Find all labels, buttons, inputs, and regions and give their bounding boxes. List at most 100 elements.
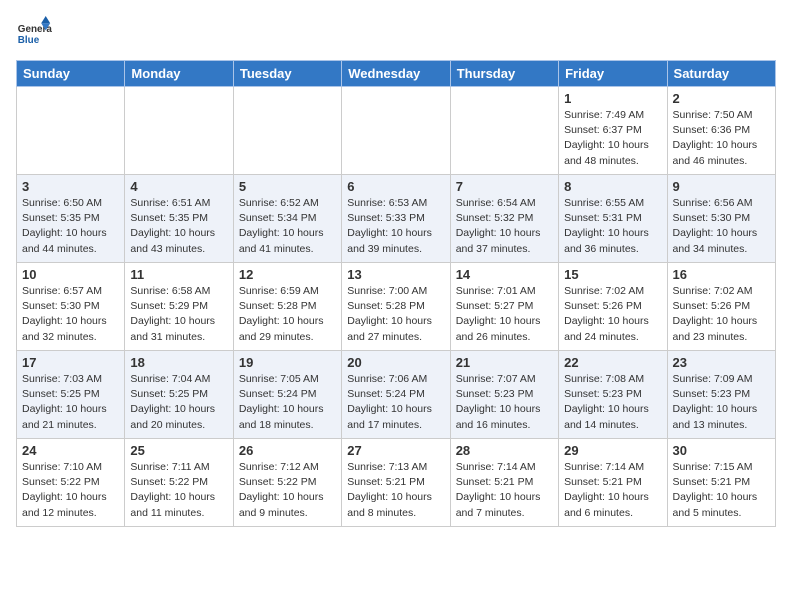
cell-content: Sunrise: 7:09 AM Sunset: 5:23 PM Dayligh… xyxy=(673,372,770,433)
day-number: 4 xyxy=(130,179,227,194)
calendar-week-row: 3 Sunrise: 6:50 AM Sunset: 5:35 PM Daylig… xyxy=(17,175,776,263)
day-header-tuesday: Tuesday xyxy=(233,61,341,87)
cell-content: Sunrise: 6:51 AM Sunset: 5:35 PM Dayligh… xyxy=(130,196,227,257)
svg-text:Blue: Blue xyxy=(18,35,40,46)
calendar-cell: 25 Sunrise: 7:11 AM Sunset: 5:22 PM Dayli… xyxy=(125,439,233,527)
day-number: 24 xyxy=(22,443,119,458)
cell-content: Sunrise: 6:59 AM Sunset: 5:28 PM Dayligh… xyxy=(239,284,336,345)
cell-content: Sunrise: 7:08 AM Sunset: 5:23 PM Dayligh… xyxy=(564,372,661,433)
day-header-saturday: Saturday xyxy=(667,61,775,87)
calendar-week-row: 10 Sunrise: 6:57 AM Sunset: 5:30 PM Dayli… xyxy=(17,263,776,351)
calendar-cell xyxy=(233,87,341,175)
day-number: 25 xyxy=(130,443,227,458)
day-number: 29 xyxy=(564,443,661,458)
calendar-cell: 30Sunrise: 7:15 AM Sunset: 5:21 PM Dayli… xyxy=(667,439,775,527)
day-number: 1 xyxy=(564,91,661,106)
cell-content: Sunrise: 7:10 AM Sunset: 5:22 PM Dayligh… xyxy=(22,460,119,521)
day-number: 2 xyxy=(673,91,770,106)
calendar-cell: 6 Sunrise: 6:53 AM Sunset: 5:33 PM Daylig… xyxy=(342,175,450,263)
calendar-cell: 16Sunrise: 7:02 AM Sunset: 5:26 PM Dayli… xyxy=(667,263,775,351)
day-number: 10 xyxy=(22,267,119,282)
cell-content: Sunrise: 7:12 AM Sunset: 5:22 PM Dayligh… xyxy=(239,460,336,521)
calendar-week-row: 17Sunrise: 7:03 AM Sunset: 5:25 PM Dayli… xyxy=(17,351,776,439)
cell-content: Sunrise: 6:57 AM Sunset: 5:30 PM Dayligh… xyxy=(22,284,119,345)
cell-content: Sunrise: 7:06 AM Sunset: 5:24 PM Dayligh… xyxy=(347,372,444,433)
cell-content: Sunrise: 6:55 AM Sunset: 5:31 PM Dayligh… xyxy=(564,196,661,257)
calendar-cell: 9Sunrise: 6:56 AM Sunset: 5:30 PM Daylig… xyxy=(667,175,775,263)
page-header: General Blue xyxy=(16,16,776,52)
cell-content: Sunrise: 6:58 AM Sunset: 5:29 PM Dayligh… xyxy=(130,284,227,345)
cell-content: Sunrise: 7:11 AM Sunset: 5:22 PM Dayligh… xyxy=(130,460,227,521)
day-number: 21 xyxy=(456,355,553,370)
calendar-cell xyxy=(450,87,558,175)
calendar-cell: 19 Sunrise: 7:05 AM Sunset: 5:24 PM Dayli… xyxy=(233,351,341,439)
cell-content: Sunrise: 7:14 AM Sunset: 5:21 PM Dayligh… xyxy=(564,460,661,521)
calendar-cell: 21 Sunrise: 7:07 AM Sunset: 5:23 PM Dayli… xyxy=(450,351,558,439)
calendar-cell: 24 Sunrise: 7:10 AM Sunset: 5:22 PM Dayli… xyxy=(17,439,125,527)
day-header-monday: Monday xyxy=(125,61,233,87)
calendar-cell: 1 Sunrise: 7:49 AM Sunset: 6:37 PM Daylig… xyxy=(559,87,667,175)
cell-content: Sunrise: 7:50 AM Sunset: 6:36 PM Dayligh… xyxy=(673,108,770,169)
day-number: 28 xyxy=(456,443,553,458)
calendar-cell: 2 Sunrise: 7:50 AM Sunset: 6:36 PM Daylig… xyxy=(667,87,775,175)
calendar-table: SundayMondayTuesdayWednesdayThursdayFrid… xyxy=(16,60,776,527)
calendar-cell: 18 Sunrise: 7:04 AM Sunset: 5:25 PM Dayli… xyxy=(125,351,233,439)
calendar-cell: 4 Sunrise: 6:51 AM Sunset: 5:35 PM Daylig… xyxy=(125,175,233,263)
cell-content: Sunrise: 6:52 AM Sunset: 5:34 PM Dayligh… xyxy=(239,196,336,257)
calendar-cell: 23 Sunrise: 7:09 AM Sunset: 5:23 PM Dayli… xyxy=(667,351,775,439)
day-header-sunday: Sunday xyxy=(17,61,125,87)
calendar-cell: 11 Sunrise: 6:58 AM Sunset: 5:29 PM Dayli… xyxy=(125,263,233,351)
day-number: 3 xyxy=(22,179,119,194)
cell-content: Sunrise: 7:49 AM Sunset: 6:37 PM Dayligh… xyxy=(564,108,661,169)
day-number: 13 xyxy=(347,267,444,282)
cell-content: Sunrise: 6:53 AM Sunset: 5:33 PM Dayligh… xyxy=(347,196,444,257)
cell-content: Sunrise: 6:54 AM Sunset: 5:32 PM Dayligh… xyxy=(456,196,553,257)
day-number: 20 xyxy=(347,355,444,370)
cell-content: Sunrise: 7:05 AM Sunset: 5:24 PM Dayligh… xyxy=(239,372,336,433)
cell-content: Sunrise: 7:07 AM Sunset: 5:23 PM Dayligh… xyxy=(456,372,553,433)
day-number: 23 xyxy=(673,355,770,370)
calendar-cell: 22 Sunrise: 7:08 AM Sunset: 5:23 PM Dayli… xyxy=(559,351,667,439)
calendar-cell: 10 Sunrise: 6:57 AM Sunset: 5:30 PM Dayli… xyxy=(17,263,125,351)
day-number: 22 xyxy=(564,355,661,370)
calendar-cell: 27 Sunrise: 7:13 AM Sunset: 5:21 PM Dayli… xyxy=(342,439,450,527)
calendar-cell: 28 Sunrise: 7:14 AM Sunset: 5:21 PM Dayli… xyxy=(450,439,558,527)
calendar-cell: 3 Sunrise: 6:50 AM Sunset: 5:35 PM Daylig… xyxy=(17,175,125,263)
calendar-cell: 20 Sunrise: 7:06 AM Sunset: 5:24 PM Dayli… xyxy=(342,351,450,439)
day-number: 6 xyxy=(347,179,444,194)
cell-content: Sunrise: 6:50 AM Sunset: 5:35 PM Dayligh… xyxy=(22,196,119,257)
cell-content: Sunrise: 7:13 AM Sunset: 5:21 PM Dayligh… xyxy=(347,460,444,521)
day-header-friday: Friday xyxy=(559,61,667,87)
cell-content: Sunrise: 7:04 AM Sunset: 5:25 PM Dayligh… xyxy=(130,372,227,433)
day-number: 14 xyxy=(456,267,553,282)
day-number: 18 xyxy=(130,355,227,370)
calendar-cell: 14 Sunrise: 7:01 AM Sunset: 5:27 PM Dayli… xyxy=(450,263,558,351)
day-number: 26 xyxy=(239,443,336,458)
calendar-cell: 17Sunrise: 7:03 AM Sunset: 5:25 PM Dayli… xyxy=(17,351,125,439)
day-number: 27 xyxy=(347,443,444,458)
cell-content: Sunrise: 7:02 AM Sunset: 5:26 PM Dayligh… xyxy=(564,284,661,345)
day-number: 15 xyxy=(564,267,661,282)
calendar-week-row: 1 Sunrise: 7:49 AM Sunset: 6:37 PM Daylig… xyxy=(17,87,776,175)
calendar-cell xyxy=(17,87,125,175)
calendar-week-row: 24 Sunrise: 7:10 AM Sunset: 5:22 PM Dayli… xyxy=(17,439,776,527)
calendar-cell xyxy=(125,87,233,175)
cell-content: Sunrise: 7:01 AM Sunset: 5:27 PM Dayligh… xyxy=(456,284,553,345)
day-number: 12 xyxy=(239,267,336,282)
day-number: 11 xyxy=(130,267,227,282)
calendar-cell xyxy=(342,87,450,175)
calendar-cell: 15 Sunrise: 7:02 AM Sunset: 5:26 PM Dayli… xyxy=(559,263,667,351)
day-number: 8 xyxy=(564,179,661,194)
calendar-cell: 26 Sunrise: 7:12 AM Sunset: 5:22 PM Dayli… xyxy=(233,439,341,527)
cell-content: Sunrise: 7:00 AM Sunset: 5:28 PM Dayligh… xyxy=(347,284,444,345)
calendar-cell: 29 Sunrise: 7:14 AM Sunset: 5:21 PM Dayli… xyxy=(559,439,667,527)
calendar-header-row: SundayMondayTuesdayWednesdayThursdayFrid… xyxy=(17,61,776,87)
calendar-cell: 7Sunrise: 6:54 AM Sunset: 5:32 PM Daylig… xyxy=(450,175,558,263)
day-number: 17 xyxy=(22,355,119,370)
day-number: 16 xyxy=(673,267,770,282)
day-number: 5 xyxy=(239,179,336,194)
calendar-cell: 5 Sunrise: 6:52 AM Sunset: 5:34 PM Daylig… xyxy=(233,175,341,263)
day-number: 19 xyxy=(239,355,336,370)
cell-content: Sunrise: 7:14 AM Sunset: 5:21 PM Dayligh… xyxy=(456,460,553,521)
day-number: 30 xyxy=(673,443,770,458)
